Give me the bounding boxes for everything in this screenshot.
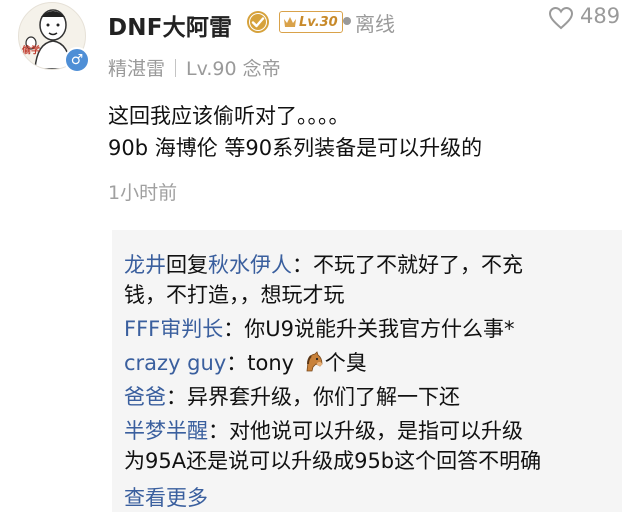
- username[interactable]: DNF大阿雷: [108, 8, 232, 42]
- post-content-line-2: 90b 海博伦 等90系列装备是可以升级的: [108, 136, 483, 160]
- reply-username[interactable]: 爸爸: [124, 385, 166, 409]
- post-content-line-1: 这回我应该偷听对了。。。。: [108, 104, 350, 128]
- reply-text: ：异界套升级，你们了解一下还: [166, 385, 460, 409]
- reply-text: ：tony: [226, 351, 301, 375]
- divider: [175, 58, 177, 77]
- post-timestamp: 1小时前: [108, 182, 178, 204]
- reply-username[interactable]: 龙井: [124, 253, 166, 277]
- reply-text: ：你U9说能升关我官方什么事*: [223, 317, 515, 341]
- horse-face-emoji-icon: [306, 351, 323, 372]
- reply-text-continued: 钱，不打造，，想玩才玩: [124, 283, 345, 307]
- verified-badge-icon: [247, 11, 269, 33]
- reply-connector: 回复: [166, 253, 208, 277]
- reply-username[interactable]: 半梦半醒: [124, 419, 208, 443]
- reply-text: ：对他说可以升级，是指可以升级: [208, 419, 523, 443]
- online-status: 离线: [355, 12, 395, 36]
- level-badge: Lv.30: [279, 11, 343, 33]
- avatar-caption: 偷学: [22, 46, 41, 56]
- reply-item[interactable]: 半梦半醒：对他说可以升级，是指可以升级 为95A还是说可以升级成95b这个回答不…: [124, 416, 614, 476]
- reply-text-after-emoji: 个臭: [324, 351, 367, 375]
- level-text: Lv.30: [299, 14, 338, 30]
- user-subinfo: 精湛雷 Lv.90 念帝: [108, 54, 281, 81]
- reply-text: ：不玩了不就好了，不充: [292, 253, 523, 277]
- reply-username[interactable]: crazy guy: [124, 351, 226, 375]
- reply-item[interactable]: 爸爸：异界套升级，你们了解一下还: [124, 382, 614, 412]
- reply-item[interactable]: crazy guy：tony 个臭: [124, 348, 614, 378]
- user-game-level: Lv.90 念帝: [186, 58, 281, 80]
- male-gender-icon: ♂: [64, 47, 90, 73]
- reply-item[interactable]: FFF审判长：你U9说能升关我官方什么事*: [124, 314, 614, 344]
- reply-item[interactable]: 龙井回复秋水伊人：不玩了不就好了，不充 钱，不打造，，想玩才玩: [124, 250, 614, 310]
- view-more-link[interactable]: 查看更多: [124, 482, 208, 512]
- reply-target-username[interactable]: 秋水伊人: [208, 253, 292, 277]
- like-count: 489: [580, 4, 621, 28]
- offline-dot-icon: [343, 17, 351, 25]
- user-title: 精湛雷: [108, 58, 166, 80]
- crown-icon: [284, 17, 296, 27]
- reply-list: 龙井回复秋水伊人：不玩了不就好了，不充 钱，不打造，，想玩才玩 FFF审判长：你…: [112, 230, 622, 512]
- reply-text-continued: 为95A还是说可以升级成95b这个回答不明确: [124, 449, 542, 473]
- reply-username[interactable]: FFF审判长: [124, 317, 223, 341]
- heart-icon[interactable]: [548, 6, 574, 30]
